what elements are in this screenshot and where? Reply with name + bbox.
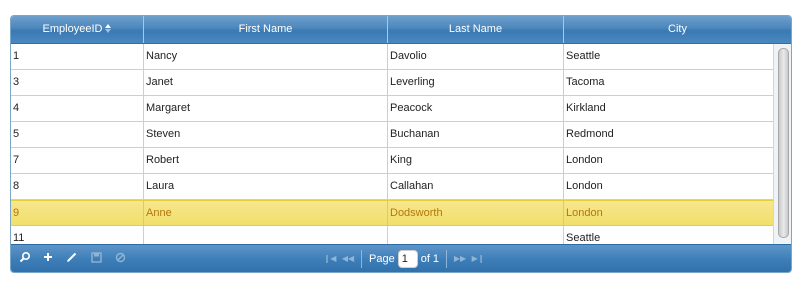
cell-first-name[interactable]	[144, 226, 388, 244]
scrollbar-thumb[interactable]	[778, 48, 789, 238]
table-row-selected[interactable]: 9 Anne Dodsworth London	[11, 200, 791, 226]
cell-city[interactable]: Seattle	[564, 226, 774, 244]
column-header-first-name[interactable]: First Name	[144, 16, 388, 43]
cell-first-name[interactable]: Nancy	[144, 44, 388, 69]
column-header-employeeid[interactable]: EmployeeID	[11, 16, 144, 43]
cell-employeeid[interactable]: 5	[11, 122, 144, 147]
cell-employeeid[interactable]: 11	[11, 226, 144, 244]
cell-last-name[interactable]: King	[388, 148, 564, 173]
cell-city[interactable]: Seattle	[564, 44, 774, 69]
table-row[interactable]: 3 Janet Leverling Tacoma	[11, 70, 791, 96]
save-icon	[88, 251, 104, 267]
previous-page-icon[interactable]: ◀◀	[339, 250, 357, 268]
cell-city[interactable]: London	[564, 148, 774, 173]
table-row[interactable]: 5 Steven Buchanan Redmond	[11, 122, 791, 148]
column-header-city[interactable]: City	[564, 16, 791, 43]
vertical-scrollbar[interactable]	[773, 44, 791, 244]
column-label: EmployeeID	[42, 23, 103, 35]
add-icon[interactable]	[40, 251, 56, 267]
cell-last-name[interactable]: Callahan	[388, 174, 564, 199]
pager: ❙◀ ◀◀ Page of 1 ▶▶ ▶❙	[321, 250, 487, 268]
cell-first-name[interactable]: Anne	[144, 201, 388, 225]
pager-divider	[446, 250, 448, 268]
cell-city[interactable]: Kirkland	[564, 96, 774, 121]
cancel-icon	[112, 251, 128, 267]
cell-employeeid[interactable]: 9	[11, 201, 144, 225]
cell-last-name[interactable]: Leverling	[388, 70, 564, 95]
column-label: First Name	[238, 23, 293, 35]
next-page-icon[interactable]: ▶▶	[451, 250, 469, 268]
column-label: City	[668, 23, 687, 35]
sort-ascending-icon	[105, 23, 112, 33]
cell-city[interactable]: London	[564, 201, 774, 225]
cell-last-name[interactable]: Davolio	[388, 44, 564, 69]
table-row[interactable]: 8 Laura Callahan London	[11, 174, 791, 200]
cell-employeeid[interactable]: 8	[11, 174, 144, 199]
pager-divider	[361, 250, 362, 268]
page-label: Page	[369, 253, 395, 265]
table-row[interactable]: 7 Robert King London	[11, 148, 791, 174]
cell-employeeid[interactable]: 1	[11, 44, 144, 69]
employee-grid: EmployeeID First Name Last Name City 1 Na…	[10, 15, 792, 273]
cell-city[interactable]: London	[564, 174, 774, 199]
table-row[interactable]: 4 Margaret Peacock Kirkland	[11, 96, 791, 122]
cell-last-name[interactable]	[388, 226, 564, 244]
cell-last-name[interactable]: Buchanan	[388, 122, 564, 147]
last-page-icon[interactable]: ▶❙	[469, 250, 487, 268]
cell-first-name[interactable]: Laura	[144, 174, 388, 199]
grid-header: EmployeeID First Name Last Name City	[11, 16, 791, 44]
cell-city[interactable]: Redmond	[564, 122, 774, 147]
cell-first-name[interactable]: Janet	[144, 70, 388, 95]
search-icon[interactable]	[17, 251, 33, 267]
grid-footer: ❙◀ ◀◀ Page of 1 ▶▶ ▶❙	[11, 244, 791, 272]
cell-first-name[interactable]: Robert	[144, 148, 388, 173]
page-count-label: of 1	[420, 253, 440, 265]
grid-body: 1 Nancy Davolio Seattle 3 Janet Leverling Tacom…	[11, 44, 791, 244]
cell-employeeid[interactable]: 3	[11, 70, 144, 95]
table-row[interactable]: 11 Seattle	[11, 226, 791, 244]
column-header-last-name[interactable]: Last Name	[388, 16, 564, 43]
cell-last-name[interactable]: Dodsworth	[388, 201, 564, 225]
cell-employeeid[interactable]: 4	[11, 96, 144, 121]
first-page-icon[interactable]: ❙◀	[321, 250, 339, 268]
cell-last-name[interactable]: Peacock	[388, 96, 564, 121]
cell-first-name[interactable]: Steven	[144, 122, 388, 147]
cell-city[interactable]: Tacoma	[564, 70, 774, 95]
cell-employeeid[interactable]: 7	[11, 148, 144, 173]
edit-icon[interactable]	[64, 251, 80, 267]
page-number-input[interactable]	[397, 250, 418, 268]
column-label: Last Name	[448, 23, 503, 35]
cell-first-name[interactable]: Margaret	[144, 96, 388, 121]
table-row[interactable]: 1 Nancy Davolio Seattle	[11, 44, 791, 70]
